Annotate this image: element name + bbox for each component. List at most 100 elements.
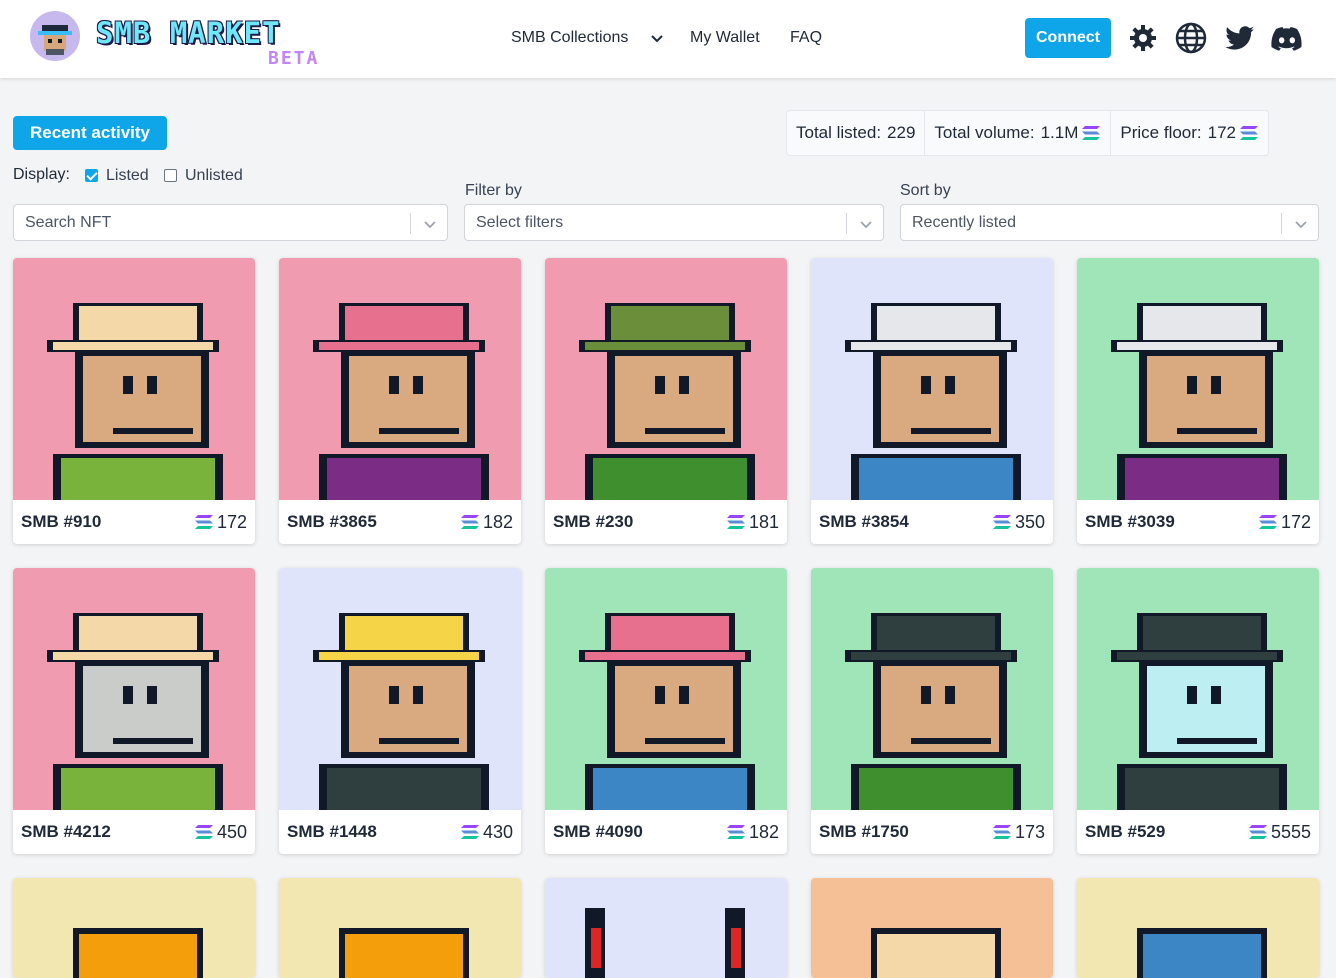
nft-card[interactable]: SMB #529 5555 [1077, 568, 1319, 854]
nft-name: SMB #3039 [1085, 512, 1175, 531]
nft-price-value: 181 [748, 512, 779, 532]
logo-avatar[interactable] [30, 11, 80, 61]
nft-artwork[interactable] [13, 258, 255, 500]
stat-volume-label: Total volume: [934, 123, 1035, 142]
nft-artwork[interactable] [279, 878, 521, 978]
filter-select-placeholder: Select filters [476, 214, 564, 231]
nft-card[interactable]: SMB #910 172 [13, 258, 255, 544]
stat-floor-value: 172 [1207, 123, 1237, 142]
nft-artwork[interactable] [13, 568, 255, 810]
nft-name: SMB #1750 [819, 822, 909, 841]
stat-listed-value: 229 [887, 123, 916, 142]
nft-card[interactable]: SMB #3039 172 [1077, 258, 1319, 544]
chevron-down-icon[interactable] [1291, 214, 1311, 234]
nft-price-value: 173 [1014, 822, 1045, 842]
chevron-down-icon[interactable] [856, 214, 876, 234]
nft-price: 430 [460, 822, 513, 842]
select-separator [410, 213, 411, 234]
solana-icon [460, 515, 479, 529]
stat-total-listed: Total listed: 229 [787, 111, 926, 155]
listed-checkbox[interactable] [85, 169, 98, 182]
nft-card[interactable]: SMB #4212 450 [13, 568, 255, 854]
nft-card[interactable]: SMB #230 181 [545, 258, 787, 544]
nft-price-value: 430 [482, 822, 513, 842]
top-header: SMB MARKET BETA SMB Collections My Walle… [0, 0, 1336, 78]
nft-artwork[interactable] [545, 568, 787, 810]
nft-artwork[interactable] [1077, 258, 1319, 500]
nft-price: 182 [726, 822, 779, 842]
monkey-logo-icon [38, 25, 72, 55]
nft-artwork[interactable] [811, 878, 1053, 978]
listed-checkbox-label[interactable]: Listed [106, 167, 149, 185]
nft-card[interactable]: SMB #3854 350 [811, 258, 1053, 544]
nft-price: 181 [726, 512, 779, 532]
stat-total-volume: Total volume: 1.1M [925, 111, 1112, 155]
nft-price-value: 172 [216, 512, 247, 532]
solana-icon [1240, 126, 1259, 140]
nft-artwork[interactable] [1077, 568, 1319, 810]
nav-smb-collections[interactable]: SMB Collections [511, 28, 628, 48]
nav-my-wallet[interactable]: My Wallet [690, 28, 760, 48]
chevron-down-icon[interactable] [647, 28, 667, 48]
stat-floor-label: Price floor: [1120, 123, 1202, 142]
nft-price-value: 182 [482, 512, 513, 532]
sort-select[interactable]: Recently listed [900, 204, 1319, 241]
nft-name: SMB #230 [553, 512, 634, 531]
logo-title[interactable]: SMB MARKET [96, 18, 281, 48]
nft-name: SMB #1448 [287, 822, 377, 841]
nft-card[interactable]: SMB #1750 173 [811, 568, 1053, 854]
nft-card[interactable] [1077, 878, 1319, 978]
nft-price: 5555 [1248, 822, 1311, 842]
nft-price-value: 182 [748, 822, 779, 842]
solana-icon [992, 825, 1011, 839]
nft-card[interactable] [545, 878, 787, 978]
gear-icon[interactable] [1125, 20, 1161, 56]
select-separator [846, 213, 847, 234]
nft-card[interactable] [279, 878, 521, 978]
nft-card[interactable]: SMB #4090 182 [545, 568, 787, 854]
nft-artwork[interactable] [811, 568, 1053, 810]
stat-price-floor: Price floor: 172 [1111, 111, 1268, 155]
solana-icon [992, 515, 1011, 529]
nft-name: SMB #4212 [21, 822, 111, 841]
nft-artwork[interactable] [279, 258, 521, 500]
nft-price: 450 [194, 822, 247, 842]
solana-icon [460, 825, 479, 839]
stat-volume-value: 1.1M [1040, 123, 1079, 142]
nft-price: 173 [992, 822, 1045, 842]
nft-card[interactable]: SMB #3865 182 [279, 258, 521, 544]
chevron-down-icon[interactable] [420, 214, 440, 234]
nav-faq[interactable]: FAQ [790, 28, 822, 48]
twitter-icon[interactable] [1221, 20, 1257, 56]
nft-card[interactable] [13, 878, 255, 978]
filter-by-label: Filter by [465, 182, 522, 199]
nft-artwork[interactable] [811, 258, 1053, 500]
unlisted-checkbox[interactable] [164, 169, 177, 182]
nft-artwork[interactable] [1077, 878, 1319, 978]
discord-icon[interactable] [1269, 20, 1305, 56]
solana-icon [1082, 126, 1101, 140]
nft-artwork[interactable] [545, 258, 787, 500]
recent-activity-button[interactable]: Recent activity [13, 116, 167, 150]
search-nft-input[interactable]: Search NFT [13, 204, 448, 241]
nft-price: 172 [1258, 512, 1311, 532]
logo-beta-tag: BETA [268, 48, 320, 69]
nft-artwork[interactable] [279, 568, 521, 810]
connect-button[interactable]: Connect [1025, 18, 1111, 58]
nft-name: SMB #910 [21, 512, 102, 531]
solana-icon [1258, 515, 1277, 529]
nft-card[interactable]: SMB #1448 430 [279, 568, 521, 854]
globe-icon[interactable] [1173, 20, 1209, 56]
nft-name: SMB #4090 [553, 822, 643, 841]
nft-artwork[interactable] [545, 878, 787, 978]
collection-stats: Total listed: 229 Total volume: 1.1M Pri… [786, 110, 1270, 156]
nft-artwork[interactable] [13, 878, 255, 978]
unlisted-checkbox-label[interactable]: Unlisted [185, 167, 243, 185]
nft-price-value: 5555 [1270, 822, 1311, 842]
filter-select[interactable]: Select filters [464, 204, 884, 241]
display-label: Display: [13, 166, 70, 183]
nft-card[interactable] [811, 878, 1053, 978]
select-separator [1281, 213, 1282, 234]
sort-by-label: Sort by [900, 182, 951, 199]
nft-name: SMB #3854 [819, 512, 909, 531]
